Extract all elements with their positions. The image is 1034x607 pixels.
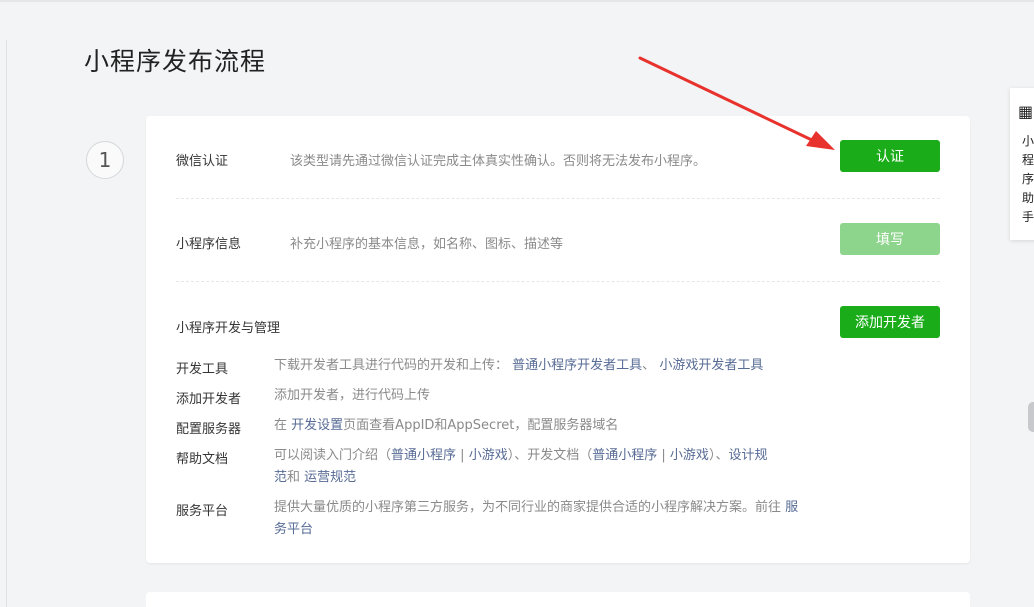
operation-spec-link[interactable]: 运营规范 bbox=[304, 470, 356, 485]
top-border bbox=[0, 0, 1034, 2]
dev-tools-label: 开发工具 bbox=[176, 362, 229, 377]
docs-minigame-link[interactable]: 小游戏 bbox=[670, 448, 709, 463]
intro-minigame-link[interactable]: 小游戏 bbox=[469, 448, 508, 463]
page-title: 小程序发布流程 bbox=[84, 47, 267, 76]
left-divider bbox=[6, 40, 7, 607]
help-docs-label: 帮助文档 bbox=[176, 452, 229, 467]
server-config-label: 配置服务器 bbox=[176, 422, 242, 437]
fill-in-button[interactable]: 填写 bbox=[840, 223, 940, 255]
dev-tools-text: 下载开发者工具进行代码的开发和上传： 普通小程序开发者工具、 小游戏开发者工具 bbox=[274, 358, 764, 373]
wechat-auth-desc: 该类型请先通过微信认证完成主体真实性确认。否则将无法发布小程序。 bbox=[290, 154, 707, 169]
next-step-card bbox=[146, 592, 970, 607]
dev-manage-label: 小程序开发与管理 bbox=[176, 321, 281, 336]
wechat-auth-label: 微信认证 bbox=[176, 154, 229, 169]
add-developer-button[interactable]: 添加开发者 bbox=[840, 306, 940, 338]
add-dev-text: 添加开发者，进行代码上传 bbox=[274, 388, 431, 403]
help-docs-text: 可以阅读入门介绍（普通小程序 | 小游戏）、开发文档（普通小程序 | 小游戏）、… bbox=[274, 448, 768, 485]
assistant-label: 小 程 序 助 手 bbox=[1022, 134, 1034, 224]
intro-standard-link[interactable]: 普通小程序 bbox=[391, 448, 456, 463]
minigame-devtool-link[interactable]: 小游戏开发者工具 bbox=[659, 358, 763, 373]
qr-code-icon: ▦ bbox=[1018, 102, 1034, 121]
info-label: 小程序信息 bbox=[176, 237, 242, 252]
publish-steps-card: 微信认证 该类型请先通过微信认证完成主体真实性确认。否则将无法发布小程序。 认证… bbox=[146, 116, 970, 563]
docs-standard-link[interactable]: 普通小程序 bbox=[592, 448, 657, 463]
dev-settings-link[interactable]: 开发设置 bbox=[291, 418, 343, 433]
row-divider bbox=[176, 198, 940, 199]
service-platform-label: 服务平台 bbox=[176, 504, 229, 519]
row-divider bbox=[176, 281, 940, 282]
verify-button[interactable]: 认证 bbox=[840, 140, 940, 172]
add-dev-label: 添加开发者 bbox=[176, 392, 242, 407]
assistant-side-panel[interactable]: ▦ 小 程 序 助 手 bbox=[1010, 88, 1034, 240]
standard-devtool-link[interactable]: 普通小程序开发者工具 bbox=[512, 358, 642, 373]
feedback-tab[interactable] bbox=[1028, 402, 1034, 432]
info-desc: 补充小程序的基本信息，如名称、图标、描述等 bbox=[290, 237, 564, 252]
service-platform-text: 提供大量优质的小程序第三方服务，为不同行业的商家提供合适的小程序解决方案。前往 … bbox=[274, 500, 799, 537]
step-number-badge: 1 bbox=[86, 141, 124, 179]
server-config-text: 在 开发设置页面查看AppID和AppSecret，配置服务器域名 bbox=[274, 418, 619, 433]
